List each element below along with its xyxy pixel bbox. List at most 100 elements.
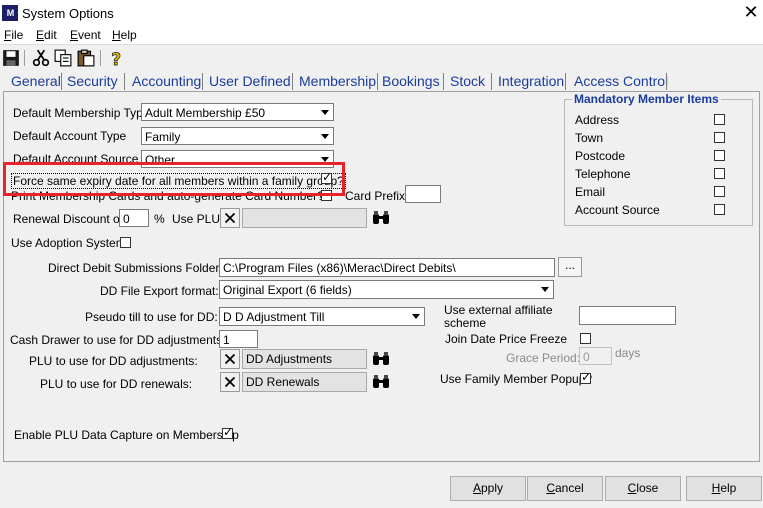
grace-period-value: 0: [583, 350, 590, 364]
renewal-discount-unit: %: [154, 212, 165, 226]
check-icon: ✓: [223, 425, 234, 439]
external-affiliate-label: Use external affiliate: [444, 303, 553, 317]
plu-adjustments-value: DD Adjustments: [246, 352, 333, 366]
tab-security[interactable]: Security: [64, 73, 121, 89]
menu-bar: File Edit Event Help: [0, 26, 763, 44]
tab-access-control[interactable]: Access Control: [571, 73, 671, 89]
menu-file[interactable]: File: [4, 28, 23, 42]
default-account-type-select[interactable]: Family: [141, 127, 334, 145]
menu-help-label: elp: [120, 28, 137, 42]
default-account-type-label: Default Account Type: [13, 129, 127, 143]
pseudo-till-select[interactable]: D D Adjustment Till: [219, 307, 425, 326]
plu-adjustments-input: DD Adjustments: [242, 349, 367, 369]
tab-integration[interactable]: Integration: [495, 73, 567, 89]
external-affiliate-input[interactable]: [579, 306, 676, 325]
cash-drawer-input[interactable]: 1: [219, 330, 258, 348]
mandatory-account-source-checkbox[interactable]: [714, 204, 725, 215]
plu-adjustments-label: PLU to use for DD adjustments:: [29, 354, 198, 368]
default-membership-type-label: Default Membership Type: [13, 106, 150, 120]
help-button[interactable]: Help: [686, 476, 762, 501]
tab-separator: [202, 73, 203, 90]
plu-renewals-value: DD Renewals: [246, 375, 320, 389]
family-popup-label: Use Family Member Popup?: [440, 372, 593, 386]
paste-icon[interactable]: [77, 49, 95, 67]
tab-separator: [491, 73, 492, 90]
mandatory-town-label: Town: [575, 131, 604, 145]
close-button[interactable]: Close: [605, 476, 681, 501]
mandatory-town-checkbox[interactable]: [714, 132, 725, 143]
use-plu-label: Use PLU:: [172, 212, 224, 226]
mandatory-account-source-label: Account Source: [575, 203, 660, 217]
browse-folder-button[interactable]: ...: [558, 257, 582, 277]
tab-bookings[interactable]: Bookings: [379, 73, 443, 89]
tab-user-defined[interactable]: User Defined: [206, 73, 294, 89]
tab-membership[interactable]: Membership: [296, 73, 380, 89]
menu-edit[interactable]: Edit: [36, 28, 57, 42]
tab-stock[interactable]: Stock: [447, 73, 488, 89]
help-question-icon[interactable]: ?: [108, 49, 126, 67]
clear-x-icon[interactable]: [220, 349, 240, 369]
pseudo-till-value: D D Adjustment Till: [223, 310, 325, 324]
check-icon: ✓: [581, 370, 592, 384]
mandatory-address-checkbox[interactable]: [714, 114, 725, 125]
title-bar: M System Options ✕: [0, 0, 763, 26]
dd-format-value: Original Export (6 fields): [223, 283, 352, 297]
dd-format-label: DD File Export format:: [100, 284, 219, 298]
app-logo-icon: M: [2, 5, 18, 21]
cut-icon[interactable]: [32, 49, 50, 67]
toolbar: ?: [0, 44, 763, 71]
mandatory-email-label: Email: [575, 185, 606, 199]
menu-help[interactable]: Help: [112, 28, 137, 42]
menu-file-label: ile: [11, 28, 24, 42]
binoculars-search-icon[interactable]: [371, 349, 391, 369]
card-prefix-label: Card Prefix:: [345, 189, 409, 203]
tab-accounting[interactable]: Accounting: [129, 73, 204, 89]
default-membership-type-select[interactable]: Adult Membership £50: [141, 103, 334, 121]
plu-capture-checkbox[interactable]: ✓: [222, 425, 234, 439]
tab-separator: [124, 73, 125, 90]
dd-folder-input[interactable]: C:\Program Files (x86)\Merac\Direct Debi…: [219, 258, 555, 277]
clear-x-icon[interactable]: [220, 372, 240, 392]
clear-x-icon[interactable]: [220, 208, 240, 228]
cash-drawer-value: 1: [223, 333, 230, 347]
mandatory-items-title: Mandatory Member Items: [572, 92, 721, 106]
use-adoption-label: Use Adoption System: [11, 236, 126, 250]
mandatory-email-checkbox[interactable]: [714, 186, 725, 197]
chevron-down-icon[interactable]: [317, 128, 333, 144]
tab-separator: [443, 73, 444, 90]
renewal-discount-input[interactable]: 0: [119, 209, 149, 227]
use-adoption-checkbox[interactable]: [120, 237, 131, 248]
card-prefix-input[interactable]: [405, 185, 441, 203]
chevron-down-icon[interactable]: [408, 308, 424, 324]
plu-capture-label: Enable PLU Data Capture on Membership: [14, 428, 239, 442]
binoculars-search-icon[interactable]: [371, 208, 391, 228]
mandatory-telephone-checkbox[interactable]: [714, 168, 725, 179]
apply-label: pply: [481, 481, 504, 495]
plu-renewals-input: DD Renewals: [242, 372, 367, 392]
apply-button[interactable]: Apply: [450, 476, 526, 501]
menu-event[interactable]: Event: [70, 28, 101, 42]
tab-general[interactable]: General: [8, 73, 64, 89]
tab-separator: [292, 73, 293, 90]
family-popup-checkbox[interactable]: ✓: [580, 370, 592, 384]
default-account-type-value: Family: [145, 130, 181, 144]
cancel-button[interactable]: Cancel: [527, 476, 603, 501]
chevron-down-icon[interactable]: [317, 104, 333, 120]
menu-help-key: H: [112, 28, 121, 42]
tab-separator: [565, 73, 566, 90]
join-date-freeze-checkbox[interactable]: [580, 333, 591, 344]
use-plu-input: [242, 208, 367, 228]
copy-icon[interactable]: [54, 49, 72, 67]
menu-edit-key: E: [36, 28, 45, 42]
tab-separator: [666, 73, 667, 90]
dd-format-select[interactable]: Original Export (6 fields): [219, 280, 554, 299]
close-label: lose: [636, 481, 659, 495]
binoculars-search-icon[interactable]: [371, 372, 391, 392]
save-icon[interactable]: [2, 49, 20, 67]
cancel-key: C: [546, 481, 555, 495]
cancel-label: ancel: [554, 481, 584, 495]
close-window-button[interactable]: ✕: [740, 2, 762, 22]
mandatory-postcode-checkbox[interactable]: [714, 150, 725, 161]
chevron-down-icon[interactable]: [537, 281, 553, 297]
mandatory-postcode-label: Postcode: [575, 149, 626, 163]
